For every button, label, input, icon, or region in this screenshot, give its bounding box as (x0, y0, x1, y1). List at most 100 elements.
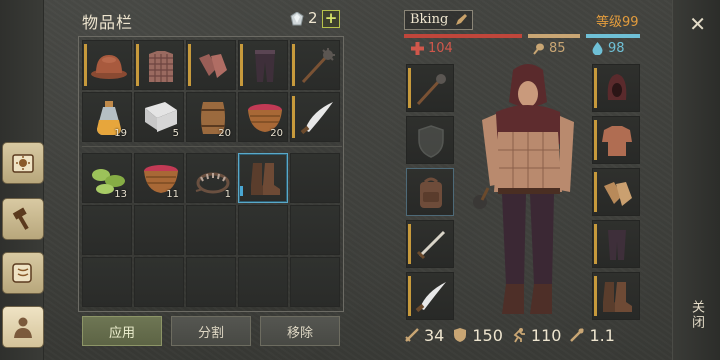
combat-stats: 34 150 110 1.1 (404, 324, 644, 346)
inventory-slot[interactable] (238, 257, 288, 307)
inventory-slot[interactable] (82, 40, 132, 90)
inventory-slot[interactable]: 13 (82, 153, 132, 203)
weapon-slot[interactable] (406, 64, 454, 112)
inventory-slot[interactable] (290, 153, 340, 203)
character-name: Bking (410, 12, 449, 27)
inventory-slot[interactable]: 20 (238, 92, 288, 142)
health-stat: 104 (411, 41, 453, 56)
character-name-box[interactable]: Bking (404, 10, 473, 30)
health-value: 104 (428, 41, 453, 56)
food-bar-fill (528, 34, 580, 38)
scroll-icon (12, 263, 32, 283)
gloves-icon (199, 54, 227, 78)
damage-icon (405, 328, 419, 342)
inventory-slot[interactable] (290, 205, 340, 255)
character-model (473, 64, 574, 314)
inventory-slot[interactable] (186, 257, 236, 307)
durability-bar (594, 120, 597, 160)
inventory-slot[interactable] (82, 257, 132, 307)
item-quantity: 19 (114, 128, 127, 139)
durability-bar (594, 68, 597, 108)
inventory-title: 物品栏 (82, 13, 134, 32)
build-tab[interactable] (2, 198, 44, 240)
health-bar (404, 34, 522, 38)
inventory-slot[interactable] (134, 205, 184, 255)
inventory-slot[interactable] (238, 40, 288, 90)
gem-icon (290, 12, 304, 26)
inventory-slot[interactable] (290, 92, 340, 142)
craft-tab[interactable] (2, 142, 44, 184)
durability-bar (594, 224, 597, 264)
inventory-slot[interactable] (134, 257, 184, 307)
grid-divider (82, 146, 342, 147)
pants-icon (608, 230, 626, 260)
secondary-weapon-slot[interactable] (406, 220, 454, 268)
inventory-slot[interactable] (290, 257, 340, 307)
inventory-slot[interactable] (290, 40, 340, 90)
water-drop-icon (592, 42, 603, 55)
backpack-icon (420, 177, 442, 208)
inventory-slot[interactable]: 11 (134, 153, 184, 203)
food-value: 85 (549, 41, 566, 56)
item-quantity: 20 (218, 128, 231, 139)
weight-stat: 1.1 (569, 326, 615, 345)
durability-bar (408, 224, 411, 264)
close-icon[interactable]: ✕ (689, 12, 706, 36)
helmet-icon (91, 55, 127, 79)
inventory-slot[interactable] (238, 205, 288, 255)
character-tab[interactable] (2, 306, 44, 348)
damage-value: 34 (424, 325, 445, 345)
gloves-icon (604, 182, 632, 206)
inventory-slot-selected[interactable] (238, 153, 288, 203)
speed-stat: 110 (511, 325, 562, 345)
inventory-slot[interactable] (186, 205, 236, 255)
item-quantity: 5 (172, 128, 179, 139)
backpack-slot[interactable] (406, 168, 454, 216)
map-tab[interactable] (2, 252, 44, 294)
durability-bar (408, 276, 411, 316)
split-button[interactable]: 分割 (171, 316, 251, 346)
water-stat: 98 (591, 41, 625, 56)
hands-slot[interactable] (592, 168, 640, 216)
durability-bar (188, 44, 191, 86)
feet-slot[interactable] (592, 272, 640, 320)
durability-bar (594, 172, 597, 212)
durability-bar (136, 44, 139, 86)
speed-value: 110 (530, 325, 562, 345)
durability-bar (292, 96, 295, 138)
inventory-slot[interactable]: 20 (186, 92, 236, 142)
armor-value: 150 (472, 325, 503, 345)
close-panel[interactable]: ✕ 关闭 (672, 0, 720, 360)
inventory-slot[interactable] (186, 40, 236, 90)
inventory-slot[interactable] (134, 40, 184, 90)
water-bar (586, 34, 640, 38)
pants-icon (255, 50, 275, 82)
durability-bar (84, 44, 87, 86)
inventory-slot[interactable]: 1 (186, 153, 236, 203)
inventory-slot[interactable] (82, 205, 132, 255)
saber-icon (300, 102, 333, 135)
close-label[interactable]: 关闭 (687, 300, 706, 330)
food-stat: 85 (532, 41, 566, 56)
boots-icon (603, 282, 632, 312)
remove-button[interactable]: 移除 (260, 316, 340, 346)
shield-slot[interactable] (406, 116, 454, 164)
inventory-slot[interactable]: 5 (134, 92, 184, 142)
add-gems-button[interactable]: + (322, 10, 340, 28)
durability-bar (408, 68, 411, 108)
inventory-slot[interactable]: 19 (82, 92, 132, 142)
torso-slot[interactable] (592, 116, 640, 164)
third-weapon-slot[interactable] (406, 272, 454, 320)
weight-icon (570, 328, 585, 342)
durability-bar (594, 276, 597, 316)
mace-icon (416, 74, 446, 106)
legs-slot[interactable] (592, 220, 640, 268)
apply-button[interactable]: 应用 (82, 316, 162, 346)
edit-pen-icon (456, 14, 467, 25)
chainmail-icon (149, 51, 173, 82)
head-slot[interactable] (592, 64, 640, 112)
hood-icon (607, 74, 627, 100)
character-icon (14, 317, 32, 338)
durability-bar (240, 44, 243, 86)
gem-count: 2 (308, 9, 318, 27)
